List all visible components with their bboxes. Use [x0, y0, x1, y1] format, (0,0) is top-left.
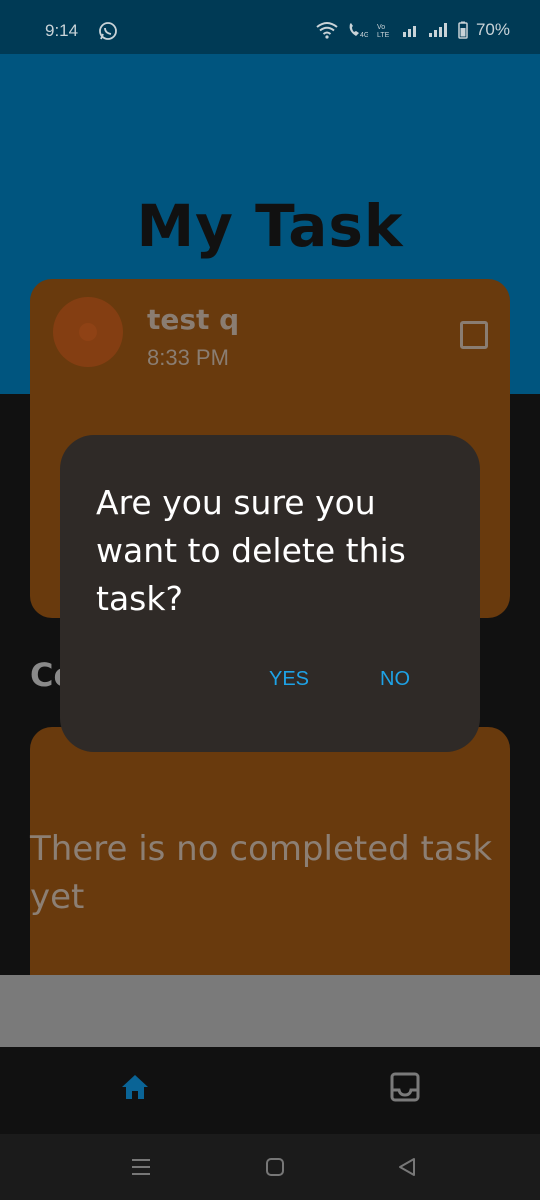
svg-text:Vo: Vo: [377, 24, 385, 31]
recent-apps-icon[interactable]: [130, 1156, 152, 1178]
inbox-icon[interactable]: [389, 1071, 421, 1103]
volte-icon: Vo LTE: [377, 24, 390, 39]
status-icons: 4G Vo LTE 70%: [316, 20, 510, 40]
wifi-icon: [316, 22, 338, 39]
task-avatar: [53, 297, 123, 367]
no-button[interactable]: NO: [380, 668, 410, 691]
svg-text:4G: 4G: [360, 32, 368, 39]
task-avatar-dot: [79, 323, 97, 341]
status-bar: 9:14 4G Vo LTE 70%: [0, 0, 540, 54]
page-title: My Task: [136, 192, 404, 260]
battery-percentage: 70%: [475, 20, 510, 39]
completed-tasks-card: There is no completed task yet: [30, 727, 510, 987]
task-time: 8:33 PM: [147, 345, 229, 370]
completed-section-heading: Completed: [30, 656, 64, 694]
empty-completed-message: There is no completed task yet: [30, 829, 493, 917]
whatsapp-icon: [99, 22, 117, 40]
dialog-message: Are you sure you want to delete this tas…: [96, 483, 406, 618]
signal-icon-2: [428, 23, 447, 37]
system-navigation-bar: [0, 1134, 540, 1200]
svg-text:LTE: LTE: [377, 32, 390, 39]
battery-icon: [458, 21, 468, 39]
home-icon[interactable]: [120, 1072, 150, 1102]
signal-icon: [402, 26, 416, 37]
status-time: 9:14: [45, 21, 79, 40]
task-checkbox[interactable]: [460, 321, 488, 349]
back-icon[interactable]: [396, 1156, 418, 1178]
task-title: test q: [147, 303, 240, 336]
bottom-navigation: [0, 1047, 540, 1134]
home-button-icon[interactable]: [264, 1156, 286, 1178]
call-icon: 4G: [349, 23, 368, 39]
yes-button[interactable]: YES: [269, 668, 309, 691]
bottom-scrim: [0, 975, 540, 1047]
delete-confirmation-dialog: Are you sure you want to delete this tas…: [60, 435, 480, 752]
